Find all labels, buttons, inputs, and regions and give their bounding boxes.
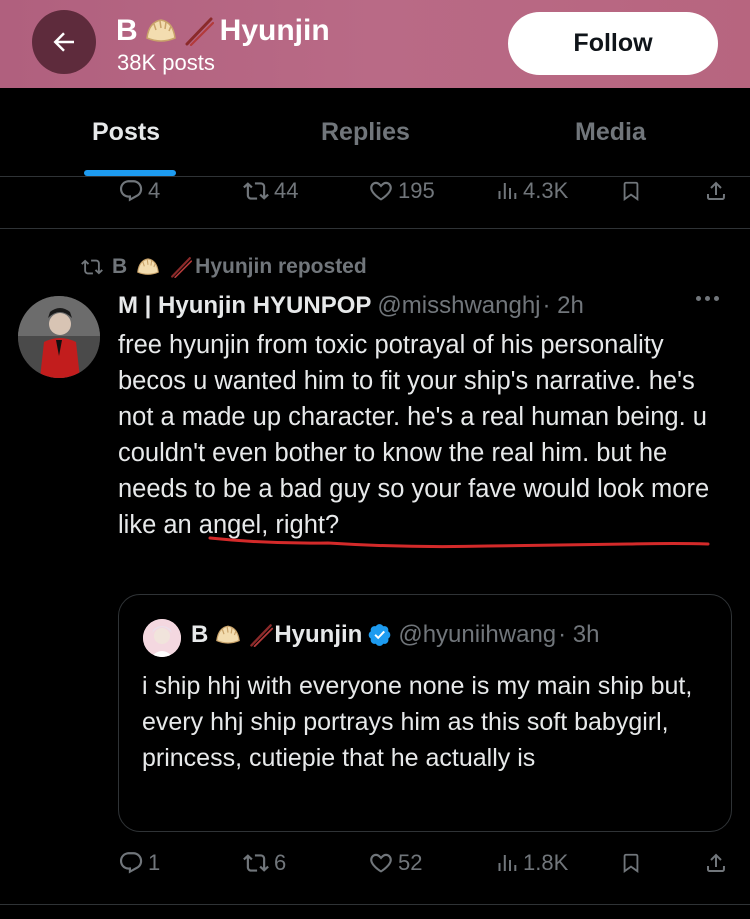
views-count: 1.8K — [523, 850, 569, 875]
quote-header: B Hyunjin @hyuniihwang · 3h — [191, 621, 600, 649]
repost-button[interactable]: 44 — [242, 178, 298, 204]
reply-icon — [119, 180, 143, 202]
profile-name: B Hyunjin — [116, 14, 330, 48]
repost-by-suffix: Hyunjin reposted — [195, 255, 367, 278]
views-count: 4.3K — [523, 178, 569, 203]
reply-count: 1 — [148, 850, 161, 875]
previous-post-actions: 4 44 195 4.3K — [0, 178, 750, 214]
quote-author-initial[interactable]: B — [191, 621, 208, 649]
views-icon — [498, 183, 517, 199]
like-button[interactable]: 195 — [368, 178, 435, 204]
chopsticks-emoji-icon — [171, 257, 193, 278]
views-button[interactable]: 4.3K — [495, 178, 568, 204]
reply-icon — [119, 852, 143, 874]
red-underline-annotation — [208, 536, 710, 549]
views-button[interactable]: 1.8K — [495, 850, 568, 876]
follow-button[interactable]: Follow — [508, 12, 718, 75]
profile-name-suffix: Hyunjin — [219, 14, 330, 47]
post-handle[interactable]: @misshwanghj — [377, 292, 540, 320]
repost-count: 6 — [274, 850, 287, 875]
reply-button[interactable]: 1 — [118, 850, 160, 876]
quote-avatar-image — [143, 619, 181, 657]
more-icon[interactable] — [696, 296, 719, 301]
chopsticks-emoji-icon — [185, 17, 214, 46]
repost-count: 44 — [274, 178, 299, 203]
quote-author-suffix[interactable]: Hyunjin — [274, 621, 362, 649]
like-count: 195 — [398, 178, 435, 203]
bookmark-icon — [623, 181, 639, 201]
post-time: · 2h — [542, 292, 584, 319]
quote-text: i ship hhj with everyone none is my main… — [142, 672, 693, 772]
quote-author-avatar[interactable] — [143, 619, 181, 657]
like-icon — [370, 853, 392, 873]
post-text: free hyunjin from toxic potrayal of his … — [118, 331, 710, 539]
author-avatar[interactable] — [18, 296, 100, 378]
share-button[interactable] — [704, 178, 728, 204]
back-button[interactable] — [32, 10, 96, 74]
tabs-divider — [0, 176, 750, 177]
back-arrow-icon — [53, 32, 74, 52]
repost-icon — [243, 854, 269, 872]
views-icon — [498, 855, 517, 871]
repost-button[interactable]: 6 — [242, 850, 286, 876]
reply-button[interactable]: 4 — [118, 178, 160, 204]
dumpling-emoji-icon — [137, 258, 160, 275]
verified-badge-icon — [369, 624, 391, 646]
post-divider-bottom — [0, 904, 750, 905]
quoted-post[interactable]: B Hyunjin @hyuniihwang · 3h i ship hhj w… — [118, 594, 732, 832]
reply-count: 4 — [148, 178, 161, 203]
chopsticks-emoji-icon — [250, 624, 274, 647]
share-button[interactable] — [704, 850, 728, 876]
post-actions: 1 6 52 1.8K — [0, 850, 750, 886]
repost-indicator[interactable]: B Hyunjin reposted — [80, 255, 367, 279]
profile-name-initial: B — [116, 14, 138, 47]
repost-small-icon — [81, 259, 103, 275]
dumpling-emoji-icon — [145, 19, 176, 42]
share-icon — [707, 181, 725, 200]
tab-media[interactable]: Media — [575, 118, 646, 147]
quote-time: · 3h — [558, 621, 600, 648]
post-header: M | Hyunjin HYUNPOP @misshwanghj · 2h — [118, 292, 584, 320]
profile-header: B Hyunjin 38K posts Follow — [0, 0, 750, 88]
bookmark-button[interactable] — [620, 850, 642, 876]
profile-tabs: Posts Replies Media — [0, 88, 750, 176]
like-button[interactable]: 52 — [368, 850, 422, 876]
tab-posts[interactable]: Posts — [92, 118, 160, 147]
dumpling-emoji-icon — [216, 625, 241, 644]
post-count: 38K posts — [117, 50, 215, 75]
repost-by-initial: B — [112, 255, 128, 278]
avatar-image — [18, 296, 100, 378]
repost-icon — [243, 182, 269, 200]
post-author[interactable]: M | Hyunjin HYUNPOP — [118, 292, 371, 320]
quote-handle[interactable]: @hyuniihwang — [398, 621, 556, 649]
like-icon — [370, 181, 392, 201]
post-divider — [0, 228, 750, 229]
share-icon — [707, 853, 725, 872]
bookmark-button[interactable] — [620, 178, 642, 204]
tab-replies[interactable]: Replies — [321, 118, 410, 147]
bookmark-icon — [623, 853, 639, 873]
like-count: 52 — [398, 850, 423, 875]
